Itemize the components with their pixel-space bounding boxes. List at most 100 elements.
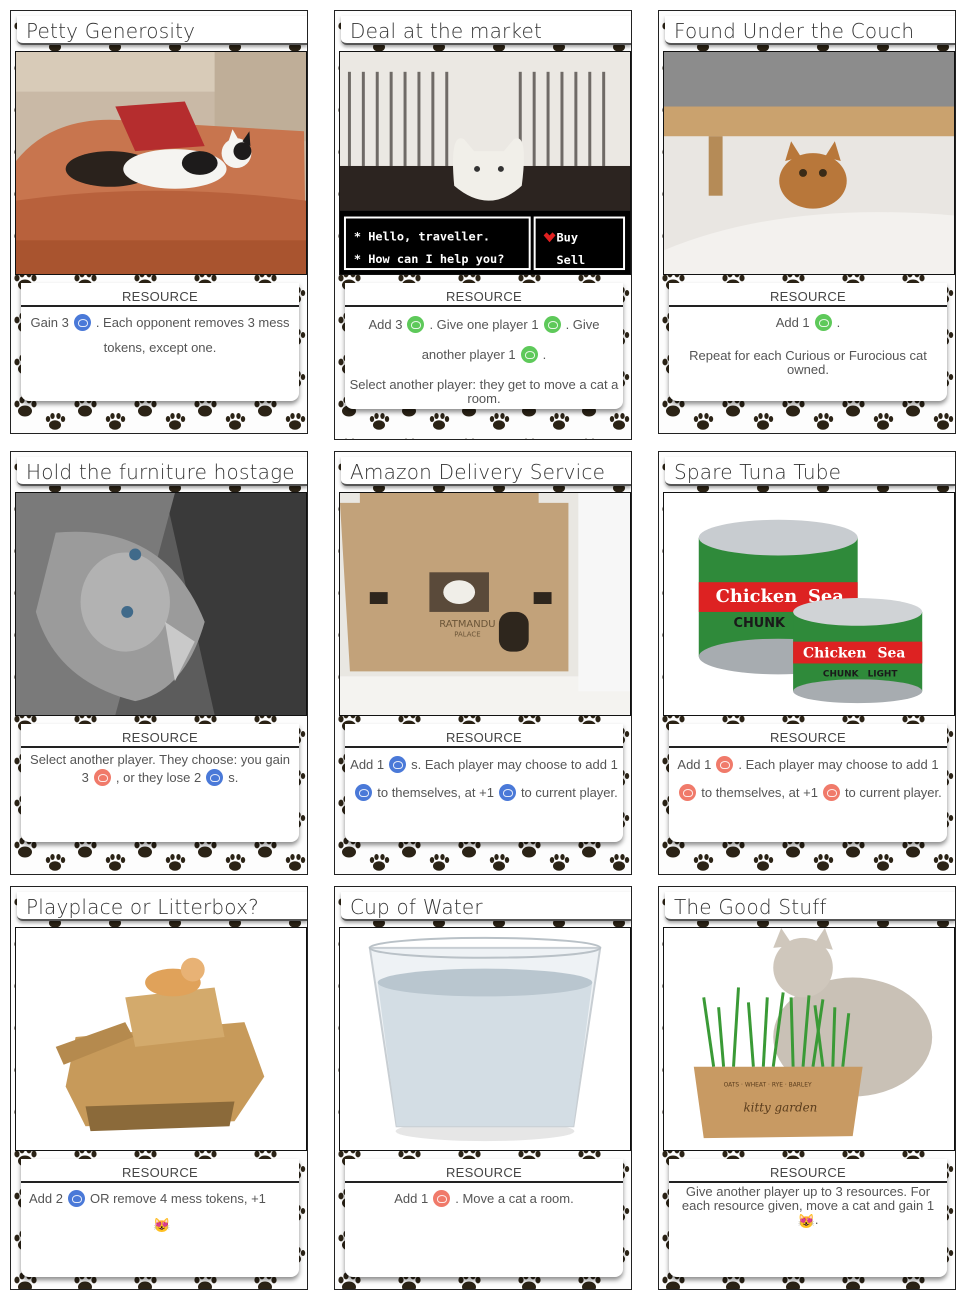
card-title: Amazon Delivery Service	[350, 460, 606, 484]
text-fragment: Add 1	[350, 757, 385, 772]
card-petty-generosity[interactable]: Petty Generosity RESOURCE Gain 3 . Each …	[10, 10, 308, 434]
card-body-text: Add 1 . Each player may choose to add 1 to…	[669, 748, 947, 807]
dialog-line-1: * Hello, traveller.	[354, 229, 490, 243]
can-brand-small-2: Sea	[878, 646, 906, 662]
card-amazon-delivery-service[interactable]: Amazon Delivery Service RATMANDU PALACE …	[334, 451, 632, 875]
card-art-tuna-cans: Chicken Sea CHUNK Chicken Sea CHUNK LIGH…	[663, 492, 955, 716]
card-title-bar: Cup of Water	[341, 892, 631, 921]
card-type-label: RESOURCE	[669, 283, 947, 307]
card-title: Petty Generosity	[26, 19, 196, 43]
card-title-bar: Spare Tuna Tube	[665, 457, 955, 486]
card-art-cat-merchant: * Hello, traveller. * How can I help you…	[339, 51, 631, 275]
card-extra-text: Select another player: they get to move …	[349, 377, 619, 406]
card-the-good-stuff[interactable]: The Good Stuff OATS · WHEAT · RYE · BARL…	[658, 886, 956, 1290]
text-fragment: Add 2	[29, 1191, 63, 1206]
text-fragment: . Move a cat a room.	[455, 1191, 574, 1206]
card-title: Cup of Water	[350, 895, 483, 919]
card-text-box: RESOURCE Add 1 s. Each player may choose …	[345, 724, 623, 842]
leaf-token-icon	[814, 314, 832, 331]
fish-token-icon	[498, 784, 516, 801]
card-grid: Petty Generosity RESOURCE Gain 3 . Each …	[0, 0, 975, 1290]
yarn-token-icon	[679, 784, 697, 801]
fish-token-icon	[67, 1190, 85, 1207]
card-text-box: RESOURCE Gain 3 . Each opponent removes 3…	[21, 283, 299, 401]
card-text-box: RESOURCE Add 1. Repeat for each Curious …	[669, 283, 947, 401]
card-body-text: Add 1 . Move a cat a room.	[345, 1183, 623, 1211]
cat-face-icon: 😻	[797, 1213, 815, 1229]
card-body-text: Add 1 s. Each player may choose to add 1 t…	[345, 748, 623, 807]
card-title-bar: The Good Stuff	[665, 892, 955, 921]
crate-label-line-2: kitty garden	[743, 1100, 817, 1114]
card-body-text: Select another player. They choose: you …	[21, 748, 299, 787]
text-fragment: Add 1	[775, 315, 810, 330]
can-light: LIGHT	[868, 669, 899, 679]
cat-face-icon: 😻	[153, 1217, 171, 1233]
card-text-box: RESOURCE Give another player up to 3 res…	[669, 1159, 947, 1277]
card-type-label: RESOURCE	[21, 283, 299, 307]
card-art-cardboard-tank	[15, 927, 307, 1151]
can-brand-small: Chicken	[803, 646, 866, 662]
card-type-label: RESOURCE	[21, 1159, 299, 1183]
text-fragment: to current player.	[844, 785, 942, 800]
text-fragment: s. Each player may choose to add 1	[411, 757, 618, 772]
card-found-under-the-couch[interactable]: Found Under the Couch RESOURCE Add 1. Re…	[658, 10, 956, 434]
card-type-label: RESOURCE	[345, 724, 623, 748]
text-fragment: Add 1	[394, 1191, 429, 1206]
text-fragment: . Each player may choose to add 1	[738, 757, 939, 772]
text-fragment: . Each opponent removes 3 mess tokens, e…	[95, 315, 290, 355]
card-text-box: RESOURCE Add 2 OR remove 4 mess tokens, +…	[21, 1159, 299, 1277]
card-spare-tuna-tube[interactable]: Spare Tuna Tube Chicken Sea CHUNK Chicke…	[658, 451, 956, 875]
card-title: Deal at the market	[350, 19, 543, 43]
text-fragment: .	[836, 315, 841, 330]
card-body-text: Add 3. Give one player 1. Give another p…	[345, 307, 623, 406]
card-title: The Good Stuff	[674, 895, 827, 919]
box-label-line-1: RATMANDU	[439, 619, 495, 630]
card-body-text: Add 1. Repeat for each Curious or Furoci…	[669, 307, 947, 377]
card-text-box: RESOURCE Select another player. They cho…	[21, 724, 299, 842]
card-art-cardboard-castle: RATMANDU PALACE	[339, 492, 631, 716]
yarn-token-icon	[822, 784, 840, 801]
card-title: Spare Tuna Tube	[674, 460, 842, 484]
card-art-cat-under-couch	[663, 51, 955, 275]
card-extra-text: Repeat for each Curious or Furocious cat…	[689, 348, 927, 377]
card-cup-of-water[interactable]: Cup of Water RESOURCE Add 1 . Move a cat …	[334, 886, 632, 1290]
card-title: Found Under the Couch	[674, 19, 915, 43]
can-chunk: CHUNK	[734, 616, 787, 631]
card-title-bar: Found Under the Couch	[665, 16, 955, 45]
card-type-label: RESOURCE	[345, 1159, 623, 1183]
yarn-token-icon	[716, 756, 734, 773]
text-fragment: to themselves, at +1	[377, 785, 494, 800]
card-hold-the-furniture-hostage[interactable]: Hold the furniture hostage RESOURCE Sele…	[10, 451, 308, 875]
text-fragment: Add 1	[677, 757, 712, 772]
card-text-box: RESOURCE Add 1 . Each player may choose t…	[669, 724, 947, 842]
text-fragment: to current player.	[520, 785, 618, 800]
text-fragment: .	[814, 1212, 819, 1227]
fish-token-icon	[206, 769, 224, 786]
dialog-line-2: * How can I help you?	[354, 252, 505, 266]
card-deal-at-the-market[interactable]: Deal at the market * Hello, traveller. *…	[334, 10, 632, 440]
fish-token-icon	[389, 756, 407, 773]
card-body-text: Give another player up to 3 resources. F…	[669, 1183, 947, 1229]
text-fragment: Give another player up to 3 resources. F…	[681, 1184, 935, 1213]
text-fragment: s.	[228, 770, 239, 785]
leaf-token-icon	[543, 316, 561, 333]
leaf-token-icon	[520, 346, 538, 363]
yarn-token-icon	[433, 1190, 451, 1207]
card-art-glass-of-water	[339, 927, 631, 1151]
fish-token-icon	[355, 784, 373, 801]
text-fragment: , or they lose 2	[115, 770, 202, 785]
card-playplace-or-litterbox[interactable]: Playplace or Litterbox? RESOURCE Add 2 OR…	[10, 886, 308, 1290]
card-body-text: Gain 3 . Each opponent removes 3 mess tok…	[21, 307, 299, 360]
text-fragment: . Give one player 1	[429, 317, 539, 332]
card-text-box: RESOURCE Add 3. Give one player 1. Give …	[345, 283, 623, 409]
card-art-cat-scratching	[15, 492, 307, 716]
card-title-bar: Playplace or Litterbox?	[17, 892, 307, 921]
card-type-label: RESOURCE	[669, 1159, 947, 1183]
card-art-cats-on-couch	[15, 51, 307, 275]
card-art-cat-grass: OATS · WHEAT · RYE · BARLEY kitty garden	[663, 927, 955, 1151]
leaf-token-icon	[407, 316, 425, 333]
text-fragment: Gain 3	[30, 315, 69, 330]
card-title-bar: Deal at the market	[341, 16, 631, 45]
box-label-line-2: PALACE	[454, 631, 480, 639]
menu-option-sell: Sell	[557, 253, 586, 267]
